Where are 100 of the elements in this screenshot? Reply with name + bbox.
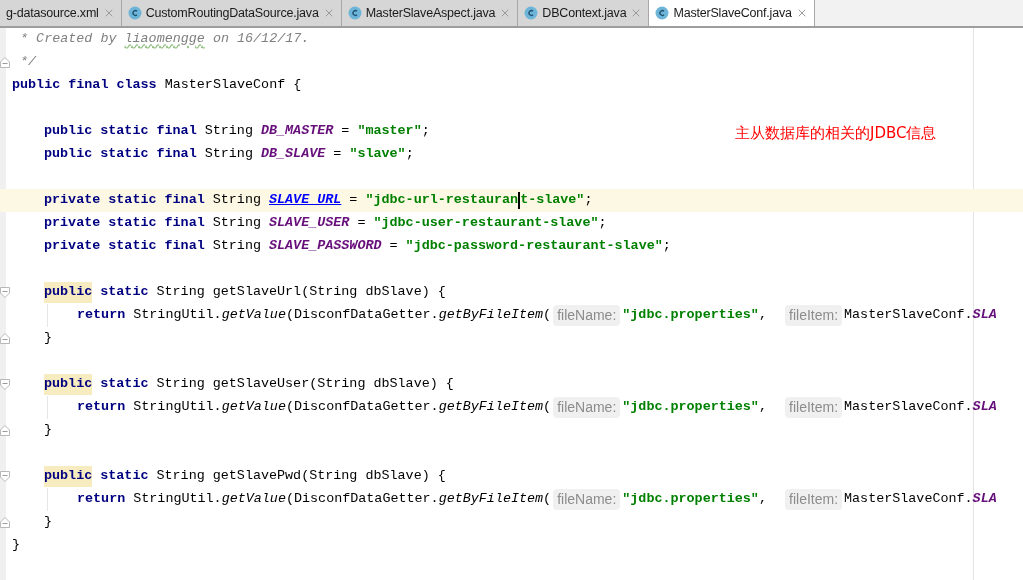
code-token: String (212, 214, 262, 233)
code-token: on 16/12/17. (211, 30, 310, 49)
code-token: MasterSlaveConf. (844, 306, 973, 325)
code-token: ; (662, 237, 671, 256)
code-token: String (212, 237, 262, 256)
code-token: public (44, 466, 93, 487)
code-token: SLAVE_PASSWORD (269, 237, 382, 256)
code-token: getByFileItem (438, 306, 544, 325)
code-token: = (340, 122, 351, 141)
code-token: (DisconfDataGetter. (285, 306, 439, 325)
code-token: DB_SLAVE (260, 145, 326, 164)
code-token: = (388, 237, 399, 256)
parameter-hint: fileItem: (785, 397, 843, 418)
code-token: public static final (44, 145, 198, 164)
code-token: , (758, 490, 768, 509)
code-token: = (332, 145, 343, 164)
fold-marker[interactable] (0, 425, 10, 436)
tab-label: CustomRoutingDataSource.java (145, 4, 319, 22)
code-token: ( (543, 306, 552, 325)
code-token: MasterSlaveConf { (164, 76, 302, 95)
code-token: public final class (12, 76, 158, 95)
code-token: MasterSlaveConf. (844, 398, 973, 417)
code-token: , (758, 306, 768, 325)
tab-label: DBContext.java (542, 4, 627, 22)
code-token: private static final (44, 237, 206, 256)
code-token: "jdbc.properties" (622, 306, 759, 325)
editor-tab[interactable]: MasterSlaveAspect.java (341, 0, 519, 26)
code-token: (DisconfDataGetter. (285, 490, 439, 509)
code-token: private static final (44, 191, 206, 210)
code-token: getByFileItem (438, 490, 544, 509)
code-token: ( (543, 398, 552, 417)
code-token: * Created by (19, 30, 118, 49)
code-token: "jdbc.properties" (622, 490, 759, 509)
code-token: = (348, 191, 359, 210)
code-token: , (758, 398, 768, 417)
code-token: "jdbc-user-restaurant-slave" (373, 214, 599, 233)
code-token: liaomengge (124, 30, 205, 49)
code-token: MasterSlaveConf. (844, 490, 973, 509)
code-token: private static final (44, 214, 206, 233)
tab-label: MasterSlaveConf.java (673, 4, 792, 22)
fold-marker[interactable] (0, 379, 10, 390)
editor-tab[interactable]: g-datasource.xml (0, 0, 122, 26)
code-token: ; (405, 145, 414, 164)
fold-marker[interactable] (0, 471, 10, 482)
code-token: public static final (44, 122, 198, 141)
fold-marker[interactable] (0, 57, 10, 68)
tab-label: g-datasource.xml (6, 4, 99, 22)
code-token: ; (584, 191, 593, 210)
code-token: StringUtil. (133, 490, 222, 509)
code-token: return (77, 490, 127, 509)
code-token: String (204, 145, 254, 164)
parameter-hint: fileItem: (785, 305, 843, 326)
editor-tab[interactable]: CustomRoutingDataSource.java (121, 0, 342, 26)
parameter-hint: fileName: (553, 397, 621, 418)
code-token: ; (421, 122, 430, 141)
annotation-note: 主从数据库的相关的JDBC信息 (735, 123, 937, 144)
code-token: } (44, 421, 53, 440)
code-token: StringUtil. (133, 398, 222, 417)
code-token: StringUtil. (133, 306, 222, 325)
fold-marker[interactable] (0, 287, 10, 298)
code-token: DB_MASTER (260, 122, 334, 141)
code-token: getValue (221, 490, 286, 509)
code-token: } (44, 329, 53, 348)
code-token: = (356, 214, 367, 233)
editor-tab[interactable]: DBContext.java (518, 0, 650, 26)
code-token: SLA (972, 398, 997, 417)
parameter-hint: fileName: (553, 489, 621, 510)
code-token: (DisconfDataGetter. (285, 398, 439, 417)
editor-tab[interactable]: MasterSlaveConf.java (649, 0, 815, 26)
fold-marker[interactable] (0, 517, 10, 528)
code-token: } (12, 536, 21, 555)
parameter-hint: fileItem: (785, 489, 843, 510)
code-token: String getSlaveUser(String dbSlave) { (156, 375, 454, 394)
code-token: String (212, 191, 262, 210)
code-token: ( (543, 490, 552, 509)
parameter-hint: fileName: (553, 305, 621, 326)
code-token: getValue (221, 398, 286, 417)
code-token: getValue (221, 306, 286, 325)
tab-label: MasterSlaveAspect.java (365, 4, 496, 22)
code-token: "jdbc.properties" (622, 398, 759, 417)
code-token: "jdbc-password-restaurant-slave" (405, 237, 663, 256)
code-token: String getSlaveUrl(String dbSlave) { (156, 283, 446, 302)
code-token: t-slave" (520, 191, 585, 210)
code-token: return (77, 398, 127, 417)
code-token: "master" (357, 122, 422, 141)
code-token: getByFileItem (438, 398, 544, 417)
code-token: String (204, 122, 254, 141)
code-token: } (44, 513, 53, 532)
code-token: SLAVE_URL (269, 191, 342, 210)
code-token: SLA (972, 306, 997, 325)
code-token: SLA (972, 490, 997, 509)
code-token: static (99, 375, 150, 394)
code-token: "jdbc-url-restauran (365, 191, 519, 210)
code-token: "slave" (349, 145, 406, 164)
code-token: String getSlavePwd(String dbSlave) { (156, 467, 446, 486)
code-token: static (99, 283, 150, 302)
code-token: return (77, 306, 127, 325)
fold-marker[interactable] (0, 333, 10, 344)
code-token: */ (19, 53, 37, 72)
code-token: public (44, 374, 93, 395)
